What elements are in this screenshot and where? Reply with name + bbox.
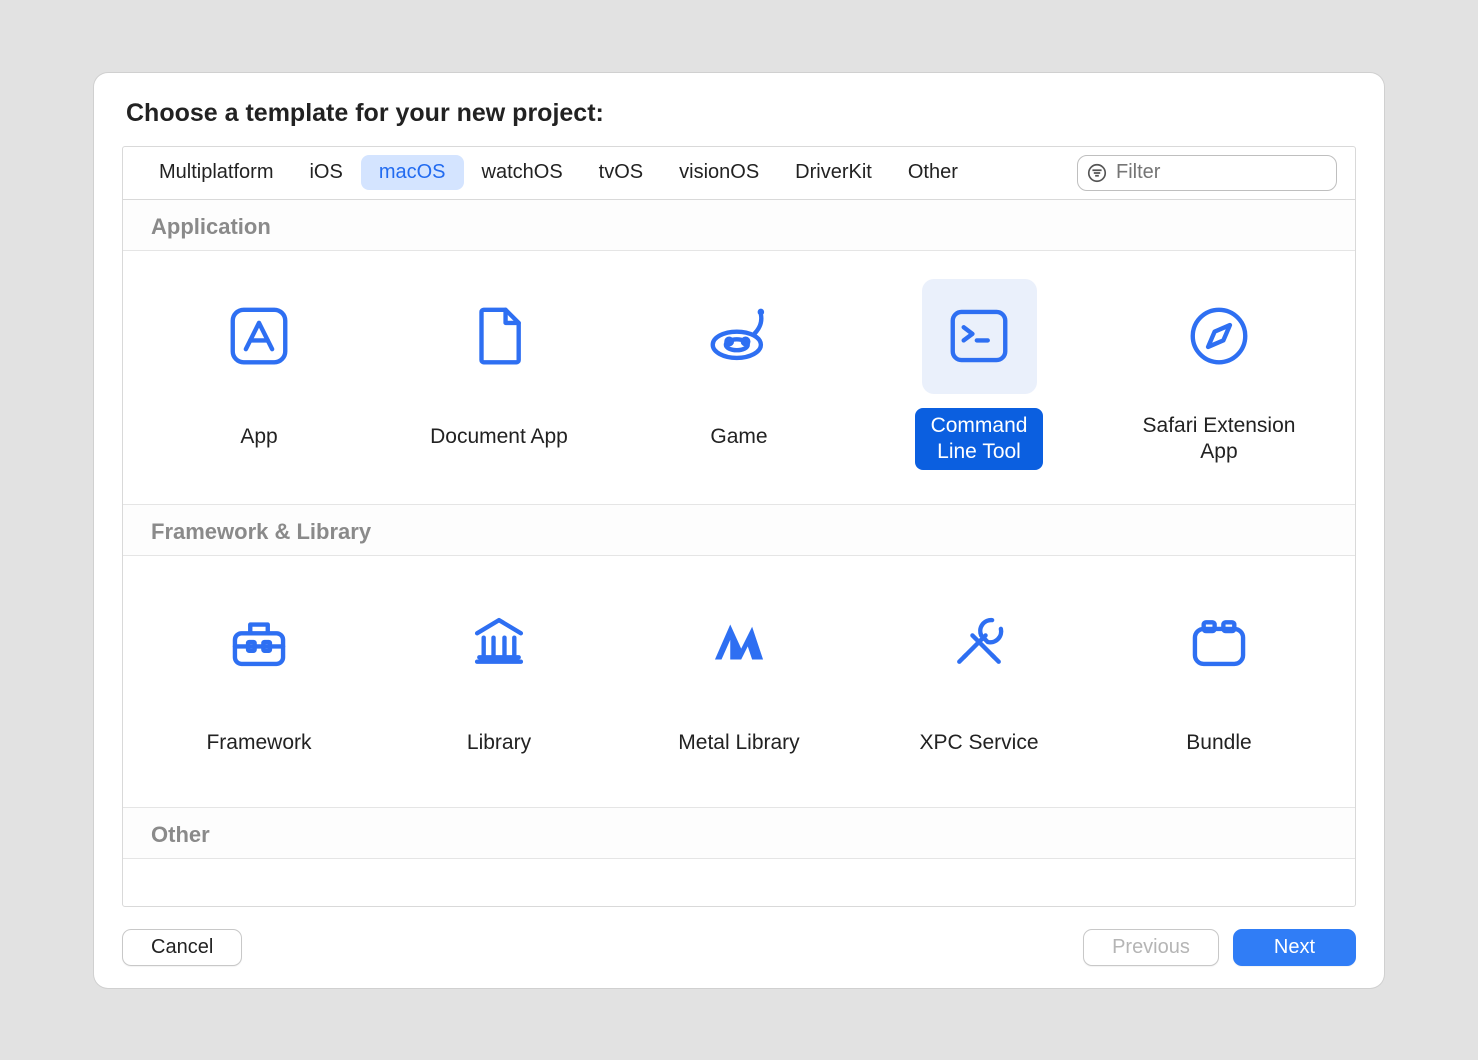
previous-button[interactable]: Previous	[1083, 929, 1219, 966]
template-label: Library	[451, 713, 547, 773]
section-header-application: Application	[123, 200, 1355, 251]
filter-icon	[1086, 162, 1108, 184]
template-other-1[interactable]	[139, 879, 379, 906]
package-icon	[922, 887, 1037, 906]
sheet-title: Choose a template for your new project:	[126, 99, 1356, 128]
template-other-3[interactable]	[619, 879, 859, 906]
template-bundle[interactable]: Bundle	[1099, 576, 1339, 781]
filter-input[interactable]	[1114, 160, 1328, 185]
template-label: Bundle	[1170, 713, 1267, 773]
tab-ios[interactable]: iOS	[291, 155, 360, 190]
chip-icon	[1162, 887, 1277, 906]
template-other-5[interactable]	[1099, 879, 1339, 906]
template-library[interactable]: Library	[379, 576, 619, 781]
template-command-line-tool[interactable]: Command Line Tool	[859, 271, 1099, 479]
section-header-other: Other	[123, 808, 1355, 859]
template-chooser-sheet: Choose a template for your new project: …	[94, 73, 1384, 988]
section-header-framework: Framework & Library	[123, 505, 1355, 556]
template-label: Command Line Tool	[915, 408, 1044, 471]
tab-tvos[interactable]: tvOS	[581, 155, 661, 190]
tab-visionos[interactable]: visionOS	[661, 155, 777, 190]
framework-grid: Framework Library	[123, 556, 1355, 808]
template-other-2[interactable]	[379, 879, 619, 906]
template-label: XPC Service	[903, 713, 1054, 773]
template-game[interactable]: Game	[619, 271, 859, 479]
chip-icon	[442, 887, 557, 906]
template-label: Framework	[190, 713, 327, 773]
tab-macos[interactable]: macOS	[361, 155, 464, 190]
toolbox-icon	[202, 584, 317, 699]
download-icon	[682, 887, 797, 906]
compass-icon	[1162, 279, 1277, 394]
document-icon	[442, 279, 557, 394]
metal-icon	[682, 584, 797, 699]
filter-field[interactable]	[1077, 155, 1337, 191]
template-label: Metal Library	[662, 713, 815, 773]
next-button[interactable]: Next	[1233, 929, 1356, 966]
template-label: App	[224, 408, 293, 468]
tab-driverkit[interactable]: DriverKit	[777, 155, 890, 190]
template-document-app[interactable]: Document App	[379, 271, 619, 479]
template-framework[interactable]: Framework	[139, 576, 379, 781]
template-panel: Multiplatform iOS macOS watchOS tvOS vis…	[122, 146, 1356, 907]
template-label: Safari Extension App	[1127, 408, 1312, 471]
template-other-4[interactable]	[859, 879, 1099, 906]
cancel-button[interactable]: Cancel	[122, 929, 242, 966]
sheet-footer: Cancel Previous Next	[122, 907, 1356, 966]
tab-watchos[interactable]: watchOS	[464, 155, 581, 190]
template-label: Game	[694, 408, 783, 468]
tab-other-platform[interactable]: Other	[890, 155, 976, 190]
library-icon	[442, 584, 557, 699]
tab-multiplatform[interactable]: Multiplatform	[141, 155, 291, 190]
speaker-icon	[202, 887, 317, 906]
terminal-icon	[922, 279, 1037, 394]
template-safari-extension-app[interactable]: Safari Extension App	[1099, 271, 1339, 479]
template-xpc-service[interactable]: XPC Service	[859, 576, 1099, 781]
platform-tabbar: Multiplatform iOS macOS watchOS tvOS vis…	[123, 147, 1355, 200]
application-grid: App Document App	[123, 251, 1355, 506]
template-scroll[interactable]: Application App	[123, 200, 1355, 906]
template-app[interactable]: App	[139, 271, 379, 479]
bundle-icon	[1162, 584, 1277, 699]
game-icon	[682, 279, 797, 394]
tools-icon	[922, 584, 1037, 699]
template-label: Document App	[414, 408, 584, 468]
other-grid	[123, 859, 1355, 906]
app-icon	[202, 279, 317, 394]
template-metal-library[interactable]: Metal Library	[619, 576, 859, 781]
